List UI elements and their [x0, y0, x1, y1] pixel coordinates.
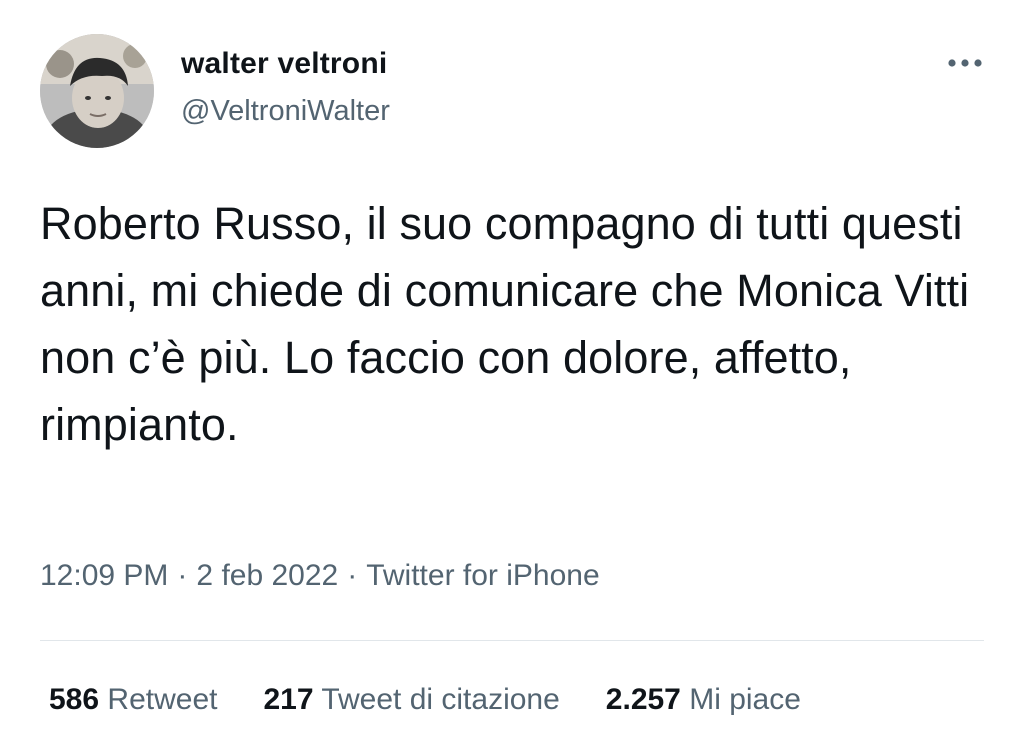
engagement-stats: 586 Retweet 217 Tweet di citazione 2.257… [49, 683, 801, 717]
likes-label: Mi piace [689, 683, 801, 716]
more-options-button[interactable] [940, 48, 990, 78]
retweets-label: Retweet [107, 683, 218, 716]
tweet-time[interactable]: 12:09 PM [40, 559, 168, 592]
divider [40, 640, 984, 641]
tweet-source[interactable]: Twitter for iPhone [366, 559, 599, 592]
meta-separator: · [177, 559, 188, 592]
quotes-label: Tweet di citazione [321, 683, 560, 716]
author-handle[interactable]: @VeltroniWalter [181, 95, 390, 128]
tweet-metadata: 12:09 PM · 2 feb 2022 · Twitter for iPhone [40, 559, 600, 593]
meta-separator: · [347, 559, 358, 592]
likes-count: 2.257 [605, 683, 681, 716]
avatar[interactable] [40, 34, 154, 148]
likes-stat[interactable]: 2.257 Mi piace [606, 683, 801, 717]
author-display-name[interactable]: walter veltroni [181, 47, 387, 81]
quotes-stat[interactable]: 217 Tweet di citazione [263, 683, 559, 717]
more-horizontal-icon [948, 59, 982, 67]
tweet-card: walter veltroni @VeltroniWalter Roberto … [0, 0, 1024, 736]
avatar-photo [40, 34, 154, 148]
quotes-count: 217 [263, 683, 314, 716]
tweet-text: Roberto Russo, il suo compagno di tutti … [40, 198, 970, 450]
retweets-count: 586 [49, 683, 100, 716]
tweet-date[interactable]: 2 feb 2022 [196, 559, 338, 592]
retweets-stat[interactable]: 586 Retweet [49, 683, 217, 717]
